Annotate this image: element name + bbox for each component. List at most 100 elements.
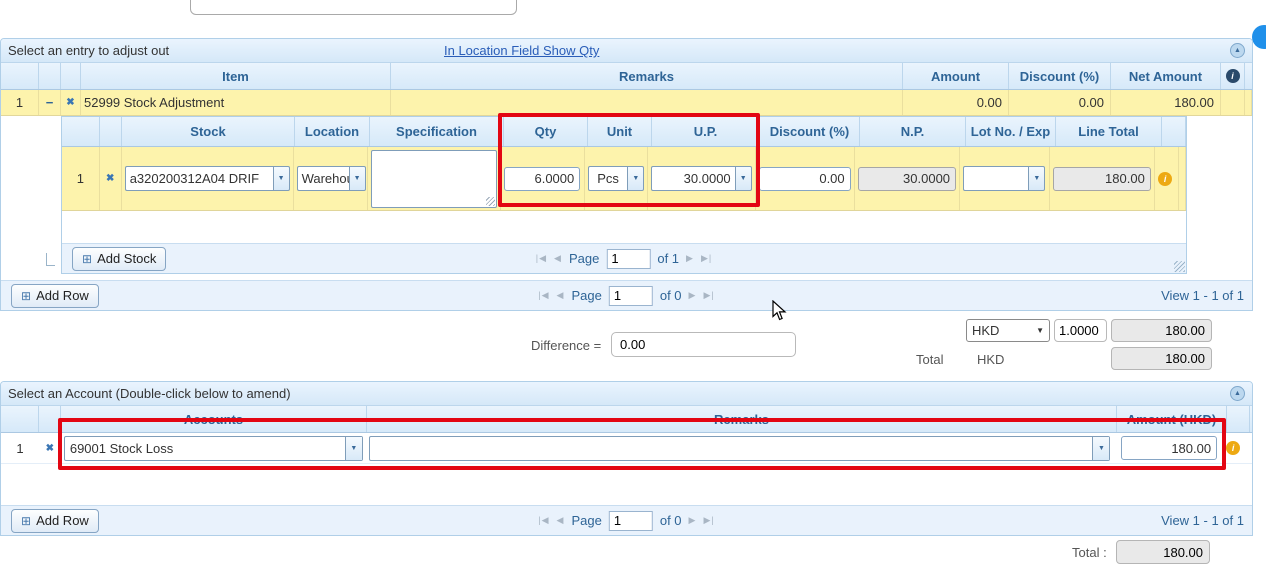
prev-page-icon[interactable]: ◀ [554, 253, 562, 264]
entry-panel-title: Select an entry to adjust out [8, 43, 169, 58]
note-input-fragment[interactable] [190, 0, 517, 15]
view-range-label: View 1 - 1 of 1 [1161, 288, 1244, 303]
page: Select an entry to adjust out In Locatio… [0, 0, 1266, 583]
next-page-icon[interactable]: ▶ [689, 290, 697, 301]
collapse-panel-icon[interactable]: ▲ [1230, 386, 1245, 401]
page-label: Page [569, 251, 599, 266]
annotation-rect-account-row [58, 418, 1226, 470]
last-page-icon[interactable]: ▶| [701, 253, 712, 264]
entry-page-input[interactable] [609, 286, 653, 306]
stock-grid-empty-area [62, 211, 1186, 243]
entry-grid-header-row: Item Remarks Amount Discount (%) Net Amo… [1, 63, 1252, 90]
account-panel-titlebar: Select an Account (Double-click below to… [1, 382, 1252, 406]
stock-select[interactable]: a320200312A04 DRIF [125, 166, 273, 191]
amount-cell[interactable]: 0.00 [903, 90, 1009, 115]
remarks-cell[interactable] [391, 90, 903, 115]
difference-label: Difference = [531, 338, 601, 353]
total-currency-label: HKD [977, 352, 1004, 367]
delete-row-icon[interactable]: ✖ [66, 97, 74, 108]
stock-row-info-icon[interactable]: i [1158, 172, 1172, 186]
view-range-label: View 1 - 1 of 1 [1161, 513, 1244, 528]
first-page-icon[interactable]: |◀ [538, 290, 549, 301]
subgrid-resize-handle[interactable] [1174, 261, 1185, 272]
account-row-info-icon[interactable]: i [1226, 441, 1240, 455]
next-page-icon[interactable]: ▶ [689, 515, 697, 526]
np-readonly-field [858, 167, 956, 191]
prev-page-icon[interactable]: ◀ [557, 515, 565, 526]
currency-select[interactable]: HKD ▼ [966, 319, 1050, 342]
location-select[interactable]: Warehouse [297, 166, 349, 191]
page-of-label: of 0 [660, 288, 682, 303]
lot-select[interactable] [963, 166, 1028, 191]
account-page-input[interactable] [609, 511, 653, 531]
add-row-button[interactable]: ⊞ Add Row [11, 284, 99, 308]
delete-stock-row-icon[interactable]: ✖ [106, 173, 114, 184]
grand-total-readonly-field [1116, 540, 1210, 564]
header-line-discount: Discount (%) [760, 117, 860, 146]
currency-amount-readonly-field [1111, 319, 1212, 342]
mouse-cursor [772, 300, 792, 322]
header-rownum [1, 63, 39, 89]
header-lot: Lot No. / Exp [966, 117, 1056, 146]
entry-panel-titlebar: Select an entry to adjust out In Locatio… [1, 39, 1252, 63]
header-amount: Amount [903, 63, 1009, 89]
difference-input[interactable] [611, 332, 796, 357]
account-pager-bar: ⊞ Add Row |◀ ◀ Page of 0 ▶ ▶| View 1 - 1… [1, 505, 1252, 535]
header-delete [61, 63, 81, 89]
prev-page-icon[interactable]: ◀ [557, 290, 565, 301]
account-panel-title: Select an Account (Double-click below to… [8, 386, 291, 401]
first-page-icon[interactable]: |◀ [536, 253, 547, 264]
entry-pager-bar: ⊞ Add Row |◀ ◀ Page of 0 ▶ ▶| View 1 - 1… [1, 280, 1252, 310]
grid-info-icon[interactable]: i [1226, 69, 1240, 83]
location-qty-link[interactable]: In Location Field Show Qty [444, 43, 599, 58]
page-label: Page [571, 288, 601, 303]
header-net-amount: Net Amount [1111, 63, 1221, 89]
specification-textarea[interactable] [371, 150, 497, 208]
stock-pager-bar: ⊞ Add Stock |◀ ◀ Page of 1 ▶ ▶| [62, 243, 1186, 273]
grand-total-label: Total : [1072, 545, 1107, 560]
first-page-icon[interactable]: |◀ [538, 515, 549, 526]
floating-button-fragment[interactable] [1252, 25, 1266, 49]
net-amount-cell[interactable]: 180.00 [1111, 90, 1221, 115]
select-arrow-icon: ▼ [1036, 326, 1044, 335]
exchange-rate-input[interactable] [1054, 319, 1107, 342]
tree-corner-icon [46, 253, 55, 266]
discount-cell[interactable]: 0.00 [1009, 90, 1111, 115]
collapse-row-icon[interactable]: − [46, 95, 54, 110]
delete-account-row-icon[interactable]: ✖ [46, 443, 54, 454]
header-line-total: Line Total [1056, 117, 1162, 146]
header-discount: Discount (%) [1009, 63, 1111, 89]
line-discount-input[interactable] [759, 167, 851, 191]
row-number: 1 [1, 90, 39, 115]
page-label: Page [571, 513, 601, 528]
line-total-readonly-field [1053, 167, 1151, 191]
lot-dropdown-icon[interactable]: ▼ [1028, 166, 1045, 191]
last-page-icon[interactable]: ▶| [703, 290, 714, 301]
header-specification: Specification [370, 117, 504, 146]
add-stock-button[interactable]: ⊞ Add Stock [72, 247, 166, 271]
account-row-number: 1 [1, 433, 39, 463]
item-cell[interactable]: 52999 Stock Adjustment [81, 90, 391, 115]
next-page-icon[interactable]: ▶ [686, 253, 694, 264]
header-np: N.P. [860, 117, 966, 146]
header-item: Item [81, 63, 391, 89]
add-account-row-button[interactable]: ⊞ Add Row [11, 509, 99, 533]
add-icon: ⊞ [82, 252, 92, 266]
stock-row-number: 1 [62, 147, 100, 210]
header-remarks: Remarks [391, 63, 903, 89]
page-of-label: of 0 [660, 513, 682, 528]
annotation-rect-qty-unit-up [498, 113, 760, 207]
collapse-panel-icon[interactable]: ▲ [1230, 43, 1245, 58]
location-dropdown-icon[interactable]: ▼ [349, 166, 366, 191]
page-of-label: of 1 [657, 251, 679, 266]
account-grid-empty-area [1, 464, 1252, 505]
header-expand [39, 63, 61, 89]
total-amount-readonly-field [1111, 347, 1212, 370]
stock-dropdown-icon[interactable]: ▼ [273, 166, 290, 191]
add-icon: ⊞ [21, 289, 31, 303]
stock-page-input[interactable] [606, 249, 650, 269]
header-stock: Stock [122, 117, 295, 146]
total-label: Total [916, 352, 943, 367]
header-location: Location [295, 117, 370, 146]
last-page-icon[interactable]: ▶| [703, 515, 714, 526]
